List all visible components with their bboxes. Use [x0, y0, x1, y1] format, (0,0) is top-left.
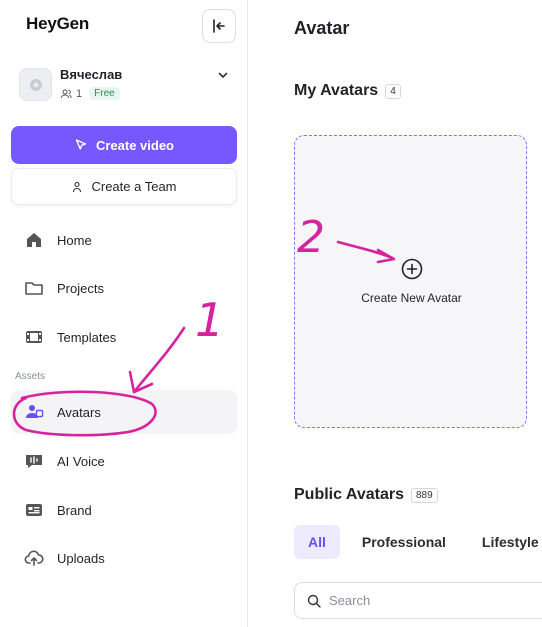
sidebar-item-avatars[interactable]: Avatars: [11, 390, 237, 434]
sidebar-item-templates[interactable]: Templates: [11, 315, 237, 359]
create-video-label: Create video: [95, 137, 175, 153]
search-box[interactable]: [294, 582, 542, 619]
sidebar-item-label: AI Voice: [57, 453, 105, 469]
my-avatars-header: My Avatars 4: [294, 82, 401, 100]
sidebar-item-label: Uploads: [57, 550, 105, 566]
sidebar-item-uploads[interactable]: Uploads: [11, 536, 237, 580]
create-new-avatar-card[interactable]: Create New Avatar: [294, 135, 527, 428]
sidebar-item-home[interactable]: Home: [11, 218, 237, 262]
members-icon: [61, 89, 72, 98]
create-video-button[interactable]: Create video: [11, 126, 237, 164]
main-content: Avatar My Avatars 4 Create New Avatar Pu…: [249, 0, 542, 627]
avatar-icon: [24, 402, 44, 422]
public-avatars-count: 889: [410, 487, 438, 503]
sidebar-item-label: Brand: [57, 502, 92, 518]
page-title: Avatar: [294, 18, 350, 38]
avatar-filter-tabs: All Professional Lifestyle: [294, 525, 542, 559]
sidebar-item-label: Home: [57, 232, 92, 248]
person-icon: [73, 181, 82, 192]
search-icon: [307, 594, 321, 608]
voice-icon: [24, 451, 44, 471]
home-icon: [24, 230, 44, 250]
sidebar: HeyGen Вячеслав 1 Free Create video Crea…: [0, 0, 248, 627]
create-team-label: Create a Team: [91, 179, 177, 194]
tab-all[interactable]: All: [294, 525, 340, 559]
create-new-avatar-label: Create New Avatar: [361, 291, 462, 305]
upload-icon: [24, 548, 44, 568]
collapse-left-icon: [213, 19, 225, 33]
account-meta: 1 Free: [60, 87, 120, 100]
my-avatars-title: My Avatars: [294, 82, 379, 99]
film-icon: [24, 327, 44, 347]
members-count: 1: [76, 87, 83, 100]
account-switcher[interactable]: Вячеслав 1 Free: [19, 66, 237, 106]
gear-icon: [29, 78, 42, 91]
public-avatars-header: Public Avatars 889: [294, 486, 438, 504]
sidebar-item-ai-voice[interactable]: AI Voice: [11, 439, 237, 483]
heygen-logo[interactable]: HeyGen: [26, 14, 89, 34]
my-avatars-count: 4: [385, 83, 401, 99]
sidebar-item-projects[interactable]: Projects: [11, 266, 237, 310]
account-avatar: [19, 68, 52, 101]
folder-icon: [24, 278, 44, 298]
assets-section-label: Assets: [15, 371, 46, 382]
collapse-sidebar-button[interactable]: [202, 9, 236, 43]
create-team-button[interactable]: Create a Team: [11, 168, 237, 205]
plan-badge: Free: [89, 87, 120, 100]
cursor-icon: [75, 139, 87, 150]
chevron-down-icon[interactable]: [217, 69, 229, 81]
search-input[interactable]: [329, 593, 529, 608]
sidebar-item-label: Templates: [57, 329, 117, 345]
account-name: Вячеслав: [60, 67, 123, 82]
plus-circle-icon: [401, 258, 423, 280]
sidebar-item-label: Avatars: [57, 404, 101, 420]
brand-icon: [24, 500, 44, 520]
tab-lifestyle[interactable]: Lifestyle: [468, 525, 542, 559]
tab-professional[interactable]: Professional: [348, 525, 460, 559]
sidebar-item-brand[interactable]: Brand: [11, 488, 237, 532]
public-avatars-title: Public Avatars: [294, 486, 404, 503]
sidebar-item-label: Projects: [57, 280, 104, 296]
